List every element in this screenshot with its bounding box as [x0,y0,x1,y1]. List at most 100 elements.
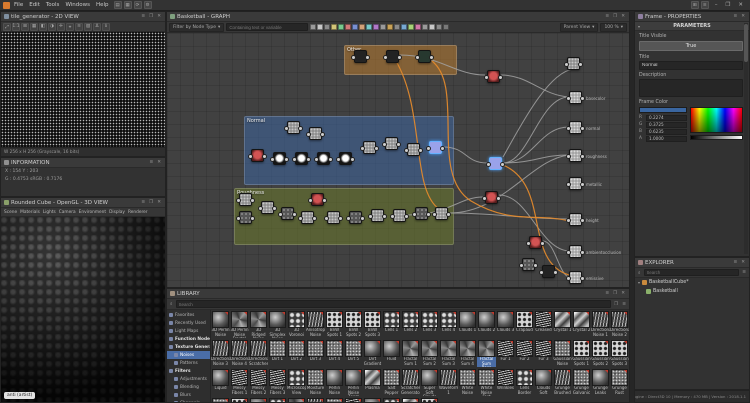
graph-node[interactable] [295,152,308,165]
graph-node[interactable]: metallic [569,177,582,190]
2d-toolbar-icon[interactable]: ✛ [57,23,65,31]
atomic-node-icon[interactable] [310,24,316,30]
library-item[interactable]: Gaussian Spots 1 [572,339,591,368]
graph-node[interactable] [273,152,286,165]
atomic-node-icon[interactable] [338,24,344,30]
library-item[interactable]: Cells 4 [439,310,458,339]
library-item[interactable]: Messy Fibers 1 [230,368,249,397]
library-item[interactable]: Gaussian Spots 3 [610,339,629,368]
library-item[interactable]: Fractal Sum 2 [420,339,439,368]
zoom-dropdown[interactable]: 100 % ▾ [600,23,627,32]
library-category[interactable]: Patterns [167,359,210,367]
atomic-node-icon[interactable] [415,24,421,30]
2d-toolbar-icon[interactable]: ▦ [30,23,38,31]
channel-value[interactable]: 1.0000 [646,136,687,142]
2d-toolbar-icon[interactable]: 1:1 [12,23,20,31]
library-item[interactable]: 3D Simplex Noise [268,310,287,339]
graph-node[interactable] [489,157,502,170]
library-category[interactable]: Channels [167,399,210,402]
library-item[interactable]: Cells 1 [382,310,401,339]
graph-node[interactable] [239,211,252,224]
atomic-node-icon[interactable] [394,24,400,30]
properties-scrollbar[interactable] [744,23,748,254]
close-icon[interactable]: ✕ [620,291,626,296]
library-item[interactable]: Fluid [382,339,401,368]
graph-node[interactable] [251,149,264,162]
graph-canvas[interactable]: Other Normal Roughness [167,33,629,287]
library-category[interactable]: Function Nodes [167,335,210,343]
2d-texture-view[interactable] [1,32,165,149]
graph-node[interactable] [529,236,542,249]
library-item[interactable]: Super Soft Clouds [420,368,439,397]
library-item[interactable]: 3D Perlin Noise [211,310,230,339]
2d-toolbar-icon[interactable]: Δ [93,23,101,31]
library-item[interactable]: Liquid [211,368,230,397]
graph-node[interactable] [386,50,399,63]
list-view-icon[interactable]: ≡ [621,302,627,307]
graph-node[interactable] [542,265,555,278]
library-item[interactable]: BnW Spots 1 [325,310,344,339]
2d-toolbar-icon[interactable]: ◧ [39,23,47,31]
library-category[interactable]: Texture Generators [167,343,210,351]
float-icon[interactable]: ❐ [612,14,618,19]
library-item[interactable]: Wrinkles [496,368,515,397]
library-item[interactable]: Fur 2 [515,339,534,368]
frame-title-input[interactable] [639,61,743,70]
3d-view-menu-item[interactable]: Materials [20,210,40,215]
explorer-graph-row[interactable]: Basketball [635,287,749,296]
library-item[interactable]: Plasma [363,368,382,397]
library-item[interactable]: Cells Border [515,368,534,397]
library-category[interactable]: Blurs [167,391,210,399]
library-item[interactable] [268,397,287,402]
window-control-button[interactable]: – [711,2,722,8]
library-item[interactable]: BnW Spots 2 [344,310,363,339]
library-item[interactable]: 3D Voronoi [287,310,306,339]
3d-view-menu-item[interactable]: Lights [43,210,56,215]
2d-toolbar-icon[interactable]: ⊞ [21,23,29,31]
library-item[interactable]: Directional Noise 4 [230,339,249,368]
menu-item[interactable]: Help [93,2,112,8]
library-item[interactable]: 3D Ridged Noise Fractal [249,310,268,339]
color-swatch[interactable] [639,107,687,113]
description-field[interactable] [639,79,743,97]
library-item[interactable]: Fractal Sum 3 [439,339,458,368]
library-item[interactable]: Fur 1 [496,339,515,368]
color-channel-row[interactable]: R 0.2274 [639,114,687,121]
window-control-button[interactable]: ✕ [734,2,747,8]
graph-node[interactable]: height [569,213,582,226]
close-icon[interactable]: ✕ [740,260,746,265]
library-item[interactable]: Perlin Noise Zoom [344,368,363,397]
grid-view-icon[interactable]: ❐ [613,302,619,307]
graph-node[interactable] [485,191,498,204]
graph-node[interactable]: emissive [569,271,582,284]
graph-node[interactable] [281,207,294,220]
library-item[interactable]: Cells 2 [401,310,420,339]
2d-toolbar-icon[interactable]: ⤢ [3,23,11,31]
library-item[interactable]: White Noise Fast [477,368,496,397]
panel-menu-icon[interactable]: ≡ [604,291,610,296]
library-item[interactable]: Fractal Sum 1 [401,339,420,368]
library-item[interactable]: Clouds 1 [458,310,477,339]
library-item[interactable]: Clouds 3 [496,310,515,339]
graph-node[interactable] [311,193,324,206]
menu-item[interactable]: Windows [62,2,93,8]
color-channel-row[interactable]: A 1.0000 [639,135,687,142]
panel-menu-icon[interactable]: ≡ [732,260,738,265]
library-item[interactable]: Gaussian Noise [553,339,572,368]
graph-node[interactable] [567,57,580,70]
atomic-node-icon[interactable] [401,24,407,30]
library-item[interactable]: Directional Noise 1 [591,310,610,339]
toolbar-icon[interactable]: ▦ [124,1,132,9]
library-item[interactable]: 3D Perlin Noise Fractal [230,310,249,339]
graph-node[interactable] [522,258,535,271]
close-icon[interactable]: ✕ [156,160,162,165]
atomic-node-icon[interactable] [422,24,428,30]
library-item[interactable] [344,397,363,402]
parameters-section-header[interactable]: ▾ PARAMETERS [635,22,749,31]
graph-search-input[interactable] [226,23,308,31]
library-category[interactable]: Blending [167,383,210,391]
library-item[interactable]: Grunge Leaks [591,368,610,397]
atomic-node-icon[interactable] [317,24,323,30]
explorer-package-row[interactable]: ▾ BasketballCube* [635,278,749,287]
library-item[interactable]: Fractal Sum 4 [458,339,477,368]
